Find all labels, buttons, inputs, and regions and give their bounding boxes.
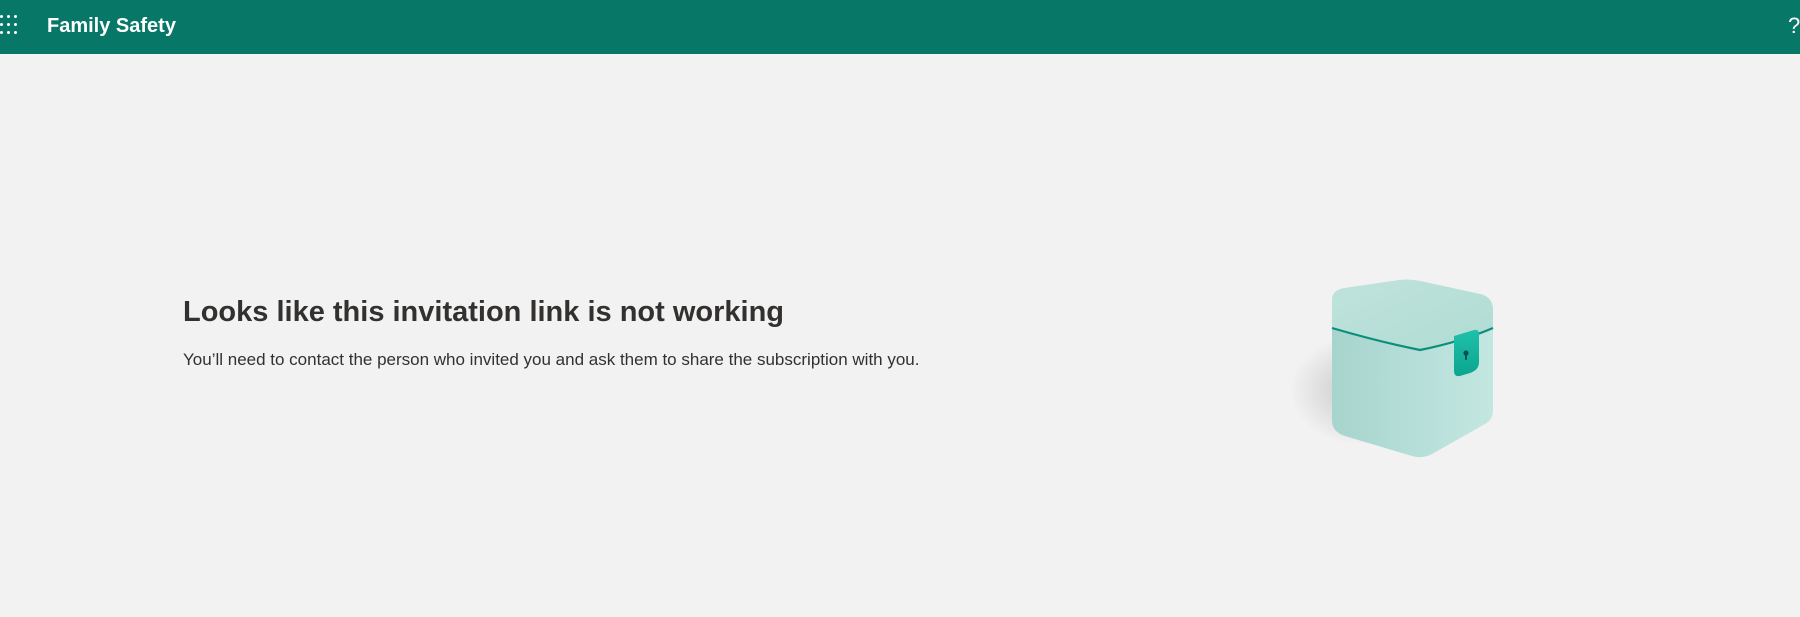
help-icon[interactable]: ?: [1788, 12, 1800, 40]
locked-box-illustration: [1290, 279, 1494, 458]
main-content: Looks like this invitation link is not w…: [0, 54, 1800, 617]
error-message: You’ll need to contact the person who in…: [183, 350, 920, 369]
app-title[interactable]: Family Safety: [47, 14, 176, 38]
page-title: Looks like this invitation link is not w…: [183, 296, 785, 328]
app-launcher-waffle-icon[interactable]: [0, 15, 18, 37]
top-bar: Family Safety ?: [0, 0, 1800, 54]
